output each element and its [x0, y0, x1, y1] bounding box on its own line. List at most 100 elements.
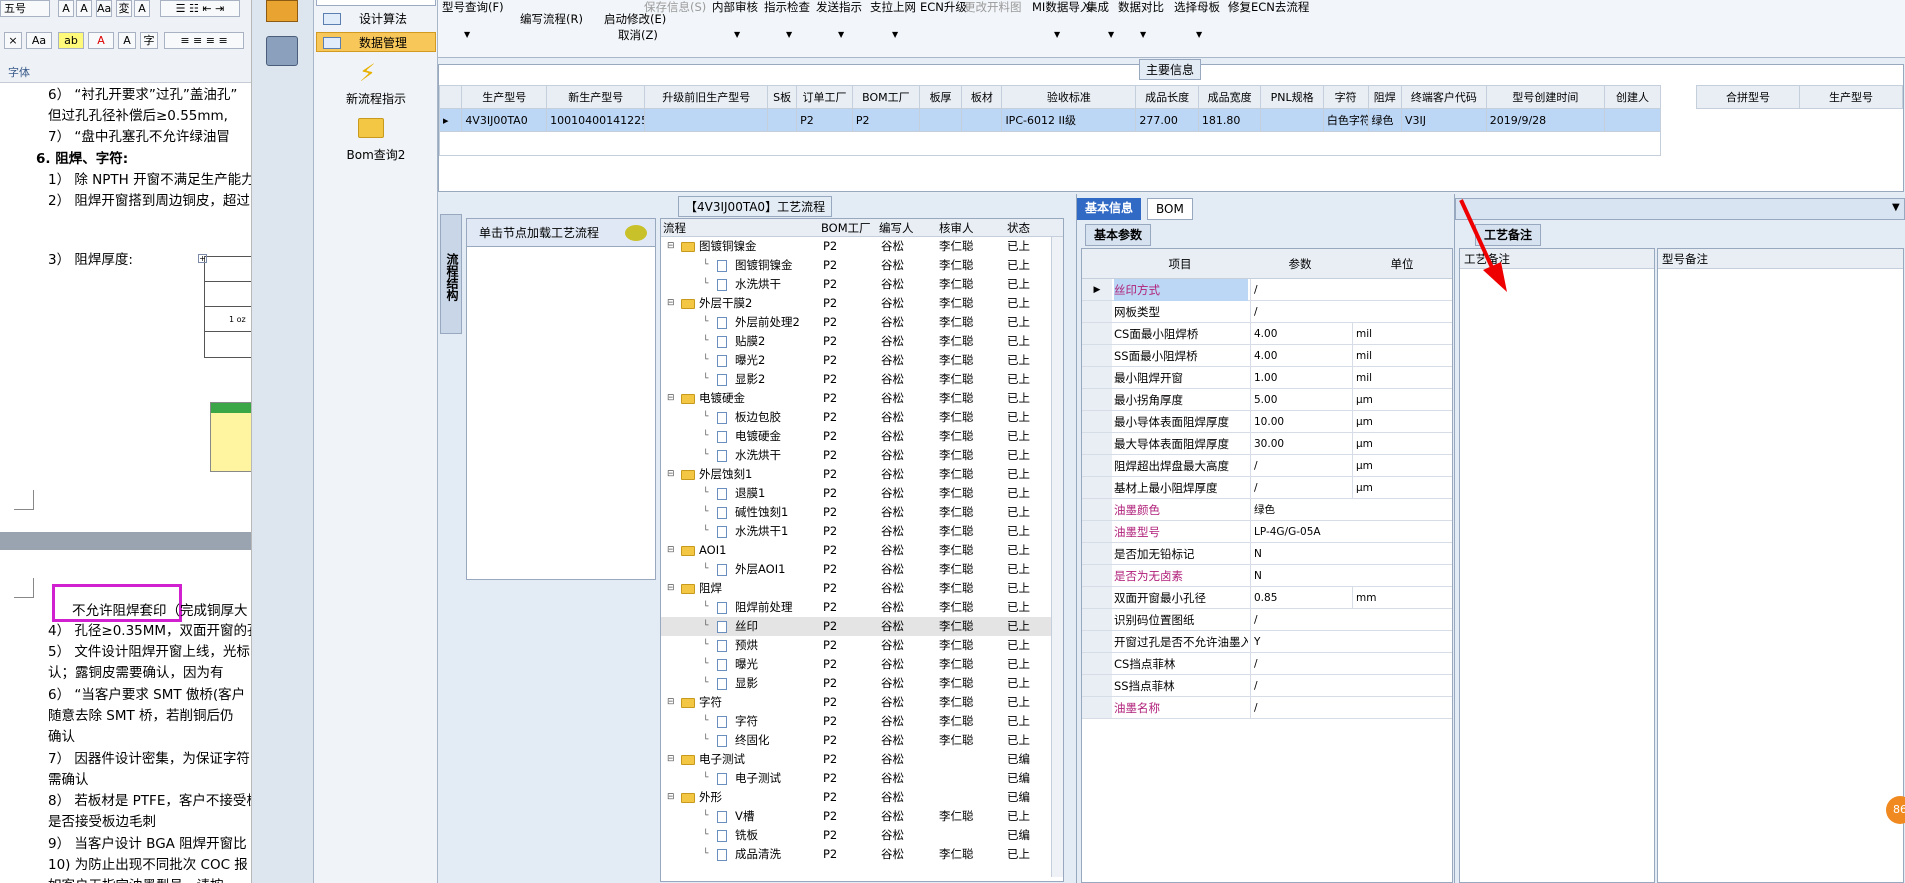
tree-row[interactable]: └ 显影 P2 谷松 李仁聪 已上 [661, 674, 1061, 693]
param-row[interactable]: 识别码位置图纸 / [1082, 609, 1452, 631]
dropdown-arrow-icon[interactable]: ▼ [1140, 28, 1146, 42]
param-row[interactable]: CS挡点菲林 / [1082, 653, 1452, 675]
basic-params-tab[interactable]: 基本参数 [1085, 224, 1152, 246]
gamepad-icon[interactable] [266, 36, 298, 66]
vertical-scrollbar[interactable] [1051, 237, 1063, 877]
param-value[interactable]: 4.00 [1250, 345, 1350, 366]
tree-row[interactable]: ⊟ 外层蚀刻1 P2 谷松 李仁聪 已上 [661, 465, 1061, 484]
cell[interactable]: 181.80 [1197, 108, 1262, 132]
tree-row[interactable]: └ 终固化 P2 谷松 李仁聪 已上 [661, 731, 1061, 750]
param-value[interactable]: / [1250, 301, 1350, 322]
tree-row[interactable]: └ 曝光 P2 谷松 李仁聪 已上 [661, 655, 1061, 674]
toolbar-button[interactable]: 修复ECN去流程 [1228, 0, 1309, 14]
param-row[interactable]: SS面最小阻焊桥 4.00 mil [1082, 345, 1452, 367]
param-row[interactable]: 阻焊超出焊盘最大高度 / μm [1082, 455, 1452, 477]
param-row[interactable]: 是否加无铅标记 N [1082, 543, 1452, 565]
toolbar-button[interactable]: 更改开料图 [964, 0, 1022, 14]
tree-row[interactable]: └ 水洗烘干 P2 谷松 李仁聪 已上 [661, 275, 1061, 294]
param-row[interactable]: 油墨名称 / [1082, 697, 1452, 719]
cell[interactable]: P2 [796, 108, 853, 132]
write-process-button[interactable]: 编写流程(R) [520, 12, 583, 26]
collapse-icon[interactable]: ⊟ [667, 294, 675, 313]
param-value[interactable]: N [1250, 565, 1350, 586]
param-value[interactable]: 10.00 [1250, 411, 1350, 432]
model-notes-box[interactable]: 型号备注 [1657, 248, 1904, 883]
bom-query-button[interactable]: Bom查询2 [314, 146, 438, 163]
toolbar-button[interactable]: 发送指示 [816, 0, 862, 14]
toolbar-button[interactable]: MI数据导入 [1032, 0, 1091, 14]
menu-item-data-management[interactable]: 数据管理 [316, 32, 436, 52]
toolbar-button[interactable]: 集成 [1086, 0, 1109, 14]
tree-row[interactable]: └ 板边包胶 P2 谷松 李仁聪 已上 [661, 408, 1061, 427]
param-value[interactable]: N [1250, 543, 1350, 564]
toolbar-button[interactable]: 内部审核 [712, 0, 758, 14]
collapse-icon[interactable]: ⊟ [667, 579, 675, 598]
tree-row[interactable]: └ 图镀铜镍金 P2 谷松 李仁聪 已上 [661, 256, 1061, 275]
param-value[interactable]: / [1250, 675, 1350, 696]
param-row[interactable]: 网板类型 / [1082, 301, 1452, 323]
param-row[interactable]: SS挡点菲林 / [1082, 675, 1452, 697]
new-process-button[interactable]: 新流程指示 [314, 90, 438, 107]
collapse-icon[interactable]: ⊟ [667, 541, 675, 560]
tab-basic-info[interactable]: 基本信息 [1077, 198, 1142, 220]
collapse-icon[interactable]: ⊟ [667, 237, 675, 256]
lightning-icon[interactable]: ⚡ [359, 60, 381, 86]
param-value[interactable]: 30.00 [1250, 433, 1350, 454]
cell[interactable]: 277.00 [1135, 108, 1199, 132]
menu-item-design-algorithm[interactable]: 设计算法 [316, 8, 436, 28]
dropdown-arrow-icon[interactable]: ▼ [1054, 28, 1060, 42]
param-row[interactable]: 最小导体表面阻焊厚度 10.00 μm [1082, 411, 1452, 433]
cell[interactable] [644, 108, 769, 132]
param-value[interactable]: / [1250, 455, 1350, 476]
param-value[interactable]: / [1250, 477, 1350, 498]
tree-row[interactable]: ⊟ 阻焊 P2 谷松 李仁聪 已上 [661, 579, 1061, 598]
tree-row[interactable]: └ V槽 P2 谷松 李仁聪 已上 [661, 807, 1061, 826]
cell[interactable]: V3IJ [1400, 108, 1487, 132]
toolbar-button[interactable]: 型号查询(F) [442, 0, 504, 14]
tree-row[interactable]: └ 外层AOI1 P2 谷松 李仁聪 已上 [661, 560, 1061, 579]
toolbar-button[interactable]: 指示检查 [764, 0, 810, 14]
menu-item-top[interactable] [316, 0, 436, 6]
cell[interactable] [1604, 108, 1661, 132]
param-value[interactable]: / [1250, 279, 1350, 300]
cell[interactable]: 2019/9/28 [1485, 108, 1606, 132]
tree-row[interactable]: └ 成品清洗 P2 谷松 李仁聪 已上 [661, 845, 1061, 864]
param-row[interactable]: 最大导体表面阻焊厚度 30.00 μm [1082, 433, 1452, 455]
tree-row[interactable]: ⊟ 电子测试 P2 谷松 已编 [661, 750, 1061, 769]
tree-row[interactable]: └ 电子测试 P2 谷松 已编 [661, 769, 1061, 788]
tree-row[interactable]: └ 阻焊前处理 P2 谷松 李仁聪 已上 [661, 598, 1061, 617]
toolbar-button[interactable]: ECN升级 [920, 0, 967, 14]
tree-row[interactable]: └ 贴膜2 P2 谷松 李仁聪 已上 [661, 332, 1061, 351]
tree-row[interactable]: ⊟ 外层干膜2 P2 谷松 李仁聪 已上 [661, 294, 1061, 313]
collapse-icon[interactable]: ⊟ [667, 465, 675, 484]
cell[interactable]: 绿色 [1367, 108, 1402, 132]
tree-row[interactable]: └ 电镀硬金 P2 谷松 李仁聪 已上 [661, 427, 1061, 446]
collapse-icon[interactable]: ⊟ [667, 389, 675, 408]
param-row[interactable]: 开窗过孔是否不允许油墨入孔Y [1082, 631, 1452, 653]
collapse-icon[interactable]: ⊟ [667, 750, 675, 769]
cell[interactable]: IPC-6012 II级 [1001, 108, 1137, 132]
cell[interactable]: 4V3IJ00TA0 [461, 108, 548, 132]
tree-row[interactable]: └ 丝印 P2 谷松 李仁聪 已上 [661, 617, 1061, 636]
tree-row[interactable]: └ 预烘 P2 谷松 李仁聪 已上 [661, 636, 1061, 655]
tree-row[interactable]: └ 水洗烘干1 P2 谷松 李仁聪 已上 [661, 522, 1061, 541]
tree-row[interactable]: └ 曝光2 P2 谷松 李仁聪 已上 [661, 351, 1061, 370]
param-row[interactable]: 最小拐角厚度 5.00 μm [1082, 389, 1452, 411]
param-value[interactable]: 0.85 [1250, 587, 1350, 608]
dropdown-arrow-icon[interactable]: ▼ [1108, 28, 1114, 42]
param-value[interactable]: LP-4G/G-05A [1250, 521, 1350, 542]
param-value[interactable]: 4.00 [1250, 323, 1350, 344]
cell[interactable] [1260, 108, 1324, 132]
dropdown-arrow-icon[interactable]: ▼ [892, 28, 898, 42]
table-move-handle[interactable]: + [198, 254, 207, 263]
cancel-button[interactable]: 取消(Z) [618, 28, 658, 42]
dropdown-arrow-icon[interactable]: ▼ [1196, 28, 1202, 42]
cell[interactable] [918, 108, 963, 132]
tree-row[interactable]: └ 退膜1 P2 谷松 李仁聪 已上 [661, 484, 1061, 503]
param-row[interactable]: 油墨型号 LP-4G/G-05A [1082, 521, 1452, 543]
folder-icon[interactable] [358, 118, 384, 138]
tree-row[interactable]: ⊟ AOI1 P2 谷松 李仁聪 已上 [661, 541, 1061, 560]
tree-row[interactable]: ⊟ 字符 P2 谷松 李仁聪 已上 [661, 693, 1061, 712]
tree-row[interactable]: ⊟ 外形 P2 谷松 已编 [661, 788, 1061, 807]
param-value[interactable]: / [1250, 697, 1350, 718]
